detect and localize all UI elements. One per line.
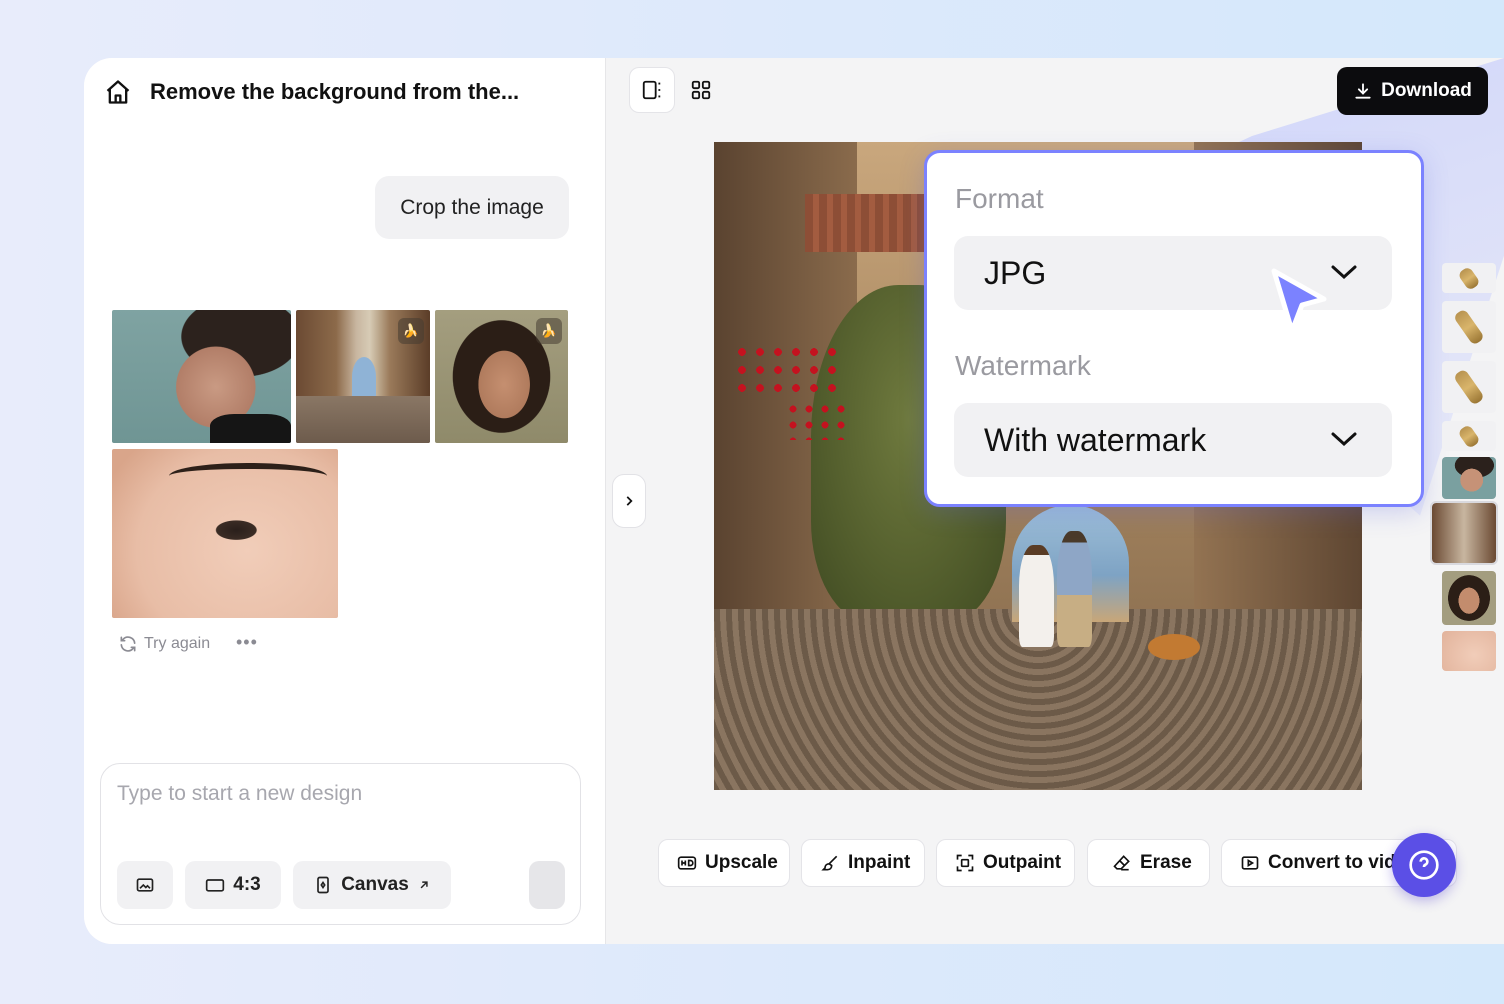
single-view-icon [642, 80, 661, 100]
format-label: Format [955, 183, 1044, 214]
user-prompt-bubble: Crop the image [375, 176, 569, 239]
watch-image [1457, 423, 1481, 449]
result-image-curly-hair-portrait[interactable]: 🍌 [435, 310, 568, 443]
eraser-icon [1113, 855, 1130, 871]
chat-panel: Remove the background from the... Crop t… [84, 58, 606, 944]
more-options-button[interactable]: ••• [236, 632, 258, 653]
image-region [804, 193, 935, 253]
app-window: Remove the background from the... Crop t… [84, 58, 1504, 944]
grid-view-button[interactable] [678, 67, 724, 113]
image-icon [136, 878, 154, 892]
upscale-button[interactable]: Upscale [658, 839, 790, 887]
page-title: Remove the background from the... [150, 79, 520, 104]
download-icon [1355, 83, 1371, 99]
convert-to-video-label: Convert to vid [1268, 852, 1396, 873]
pointer-cursor-icon [1271, 268, 1327, 334]
home-icon[interactable] [104, 78, 132, 106]
chevron-down-icon [1331, 432, 1357, 447]
help-button[interactable] [1392, 833, 1456, 897]
banana-icon: 🍌 [536, 318, 562, 344]
watermark-select[interactable]: With watermark [954, 403, 1392, 477]
canvas-icon [317, 876, 330, 894]
hd-icon [677, 856, 697, 870]
format-value: JPG [984, 254, 1047, 291]
image-region [733, 342, 838, 395]
download-button[interactable]: Download [1337, 67, 1488, 115]
upscale-label: Upscale [705, 852, 778, 873]
watch-image [1452, 308, 1486, 346]
chevron-right-icon [626, 496, 633, 506]
refresh-icon [120, 636, 136, 652]
prompt-composer: 4:3 Canvas [100, 763, 581, 925]
history-thumb-selected[interactable] [1430, 501, 1498, 565]
image-region [1057, 530, 1093, 648]
brush-icon [821, 855, 838, 871]
chevron-down-icon [1331, 265, 1357, 280]
try-again-label: Try again [144, 635, 211, 652]
image-region [1018, 530, 1097, 648]
watch-image [1457, 265, 1481, 291]
download-settings-popup: Format JPG Watermark With watermark [924, 150, 1424, 507]
canvas-label: Canvas [341, 874, 409, 895]
single-view-button[interactable] [629, 67, 675, 113]
erase-label: Erase [1140, 852, 1192, 873]
aspect-ratio-button[interactable]: 4:3 [185, 861, 281, 909]
history-thumb[interactable] [1442, 571, 1496, 625]
ratio-icon [206, 879, 225, 892]
image-region [1018, 544, 1054, 648]
canvas-button[interactable]: Canvas [293, 861, 451, 909]
outpaint-label: Outpaint [983, 852, 1062, 873]
grid-icon [691, 80, 711, 100]
result-image-woman-closeup[interactable] [112, 449, 338, 618]
inpaint-button[interactable]: Inpaint [801, 839, 925, 887]
prompt-input[interactable] [117, 782, 557, 806]
history-thumb[interactable] [1442, 301, 1496, 353]
history-thumb[interactable] [1442, 263, 1496, 293]
arrow-up-right-icon [420, 881, 428, 889]
watermark-value: With watermark [984, 421, 1207, 458]
expand-panel-button[interactable] [612, 474, 646, 528]
question-icon [1409, 850, 1439, 880]
watch-image [1452, 368, 1486, 406]
banana-icon: 🍌 [398, 318, 424, 344]
image-region [785, 401, 851, 441]
history-thumb[interactable] [1442, 361, 1496, 413]
watermark-label: Watermark [955, 350, 1091, 381]
history-thumb[interactable] [1442, 421, 1496, 451]
history-thumb[interactable] [1442, 457, 1496, 499]
outpaint-button[interactable]: Outpaint [936, 839, 1075, 887]
download-label: Download [1381, 80, 1472, 101]
result-image-village-street[interactable]: 🍌 [296, 310, 430, 443]
inpaint-label: Inpaint [848, 852, 911, 873]
try-again-button[interactable]: Try again [118, 634, 210, 654]
video-icon [1241, 856, 1259, 870]
erase-button[interactable]: Erase [1087, 839, 1210, 887]
expand-icon [956, 854, 974, 872]
result-image-man-portrait[interactable] [112, 310, 291, 443]
history-thumb[interactable] [1442, 631, 1496, 671]
aspect-ratio-label: 4:3 [233, 874, 261, 895]
attach-image-button[interactable] [117, 861, 173, 909]
send-button[interactable] [529, 861, 565, 909]
